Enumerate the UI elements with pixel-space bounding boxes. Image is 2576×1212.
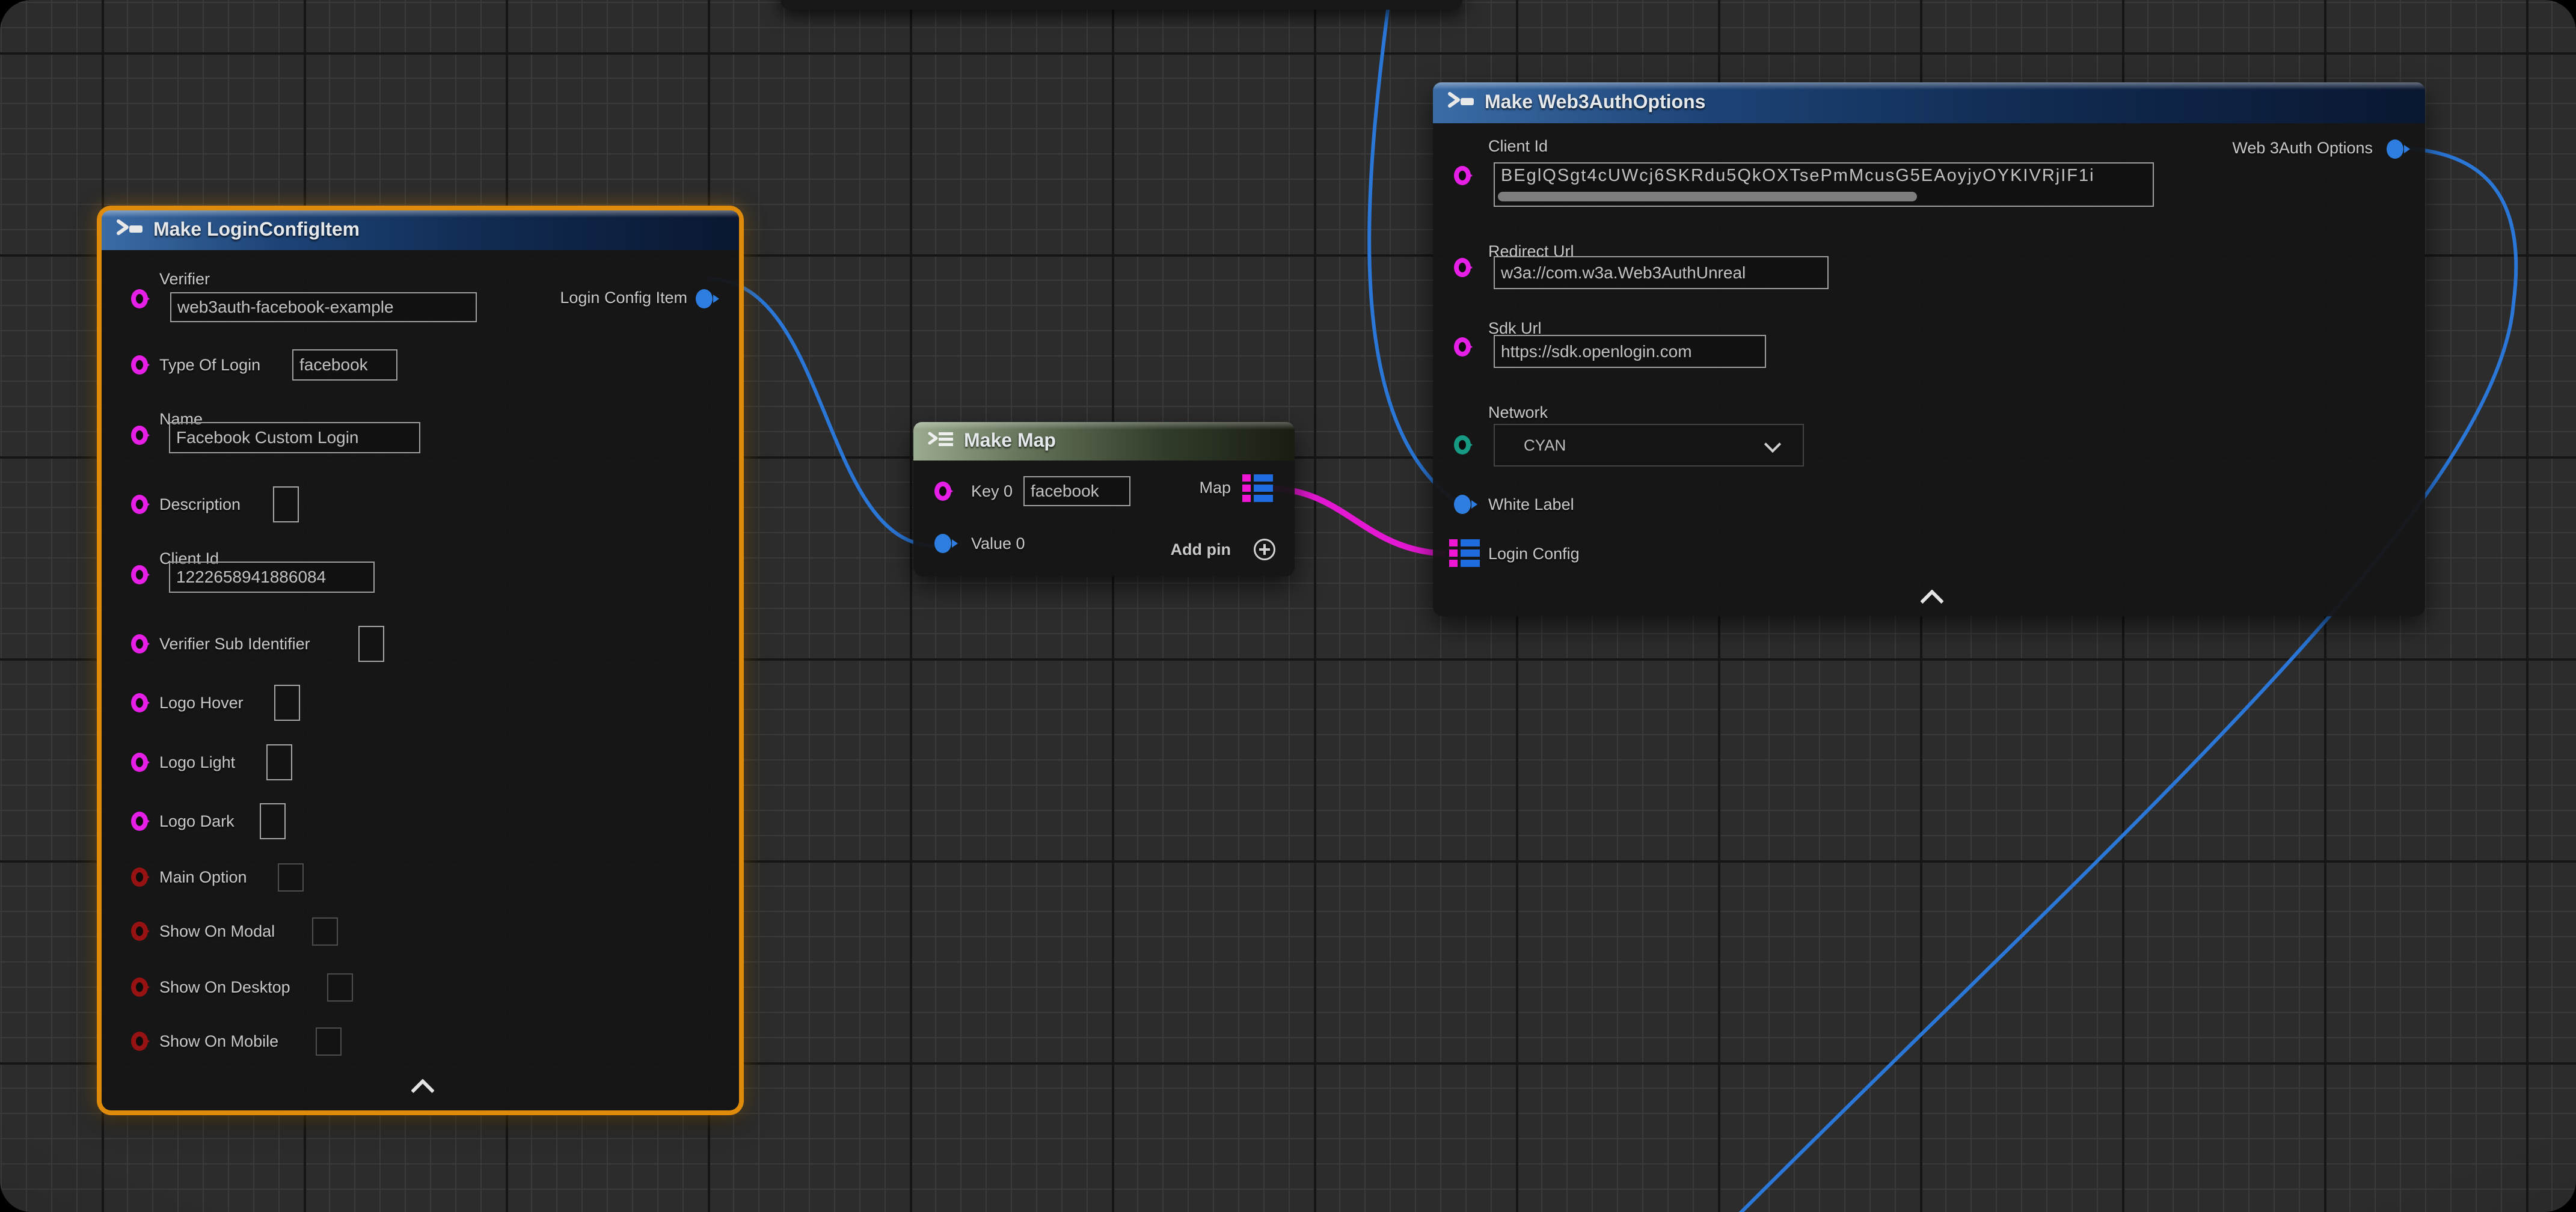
key0-value: facebook [1031, 482, 1099, 501]
node-header[interactable]: Make Map [913, 422, 1295, 461]
pin-sdk-url[interactable] [1454, 337, 1471, 357]
pin-label-white-label: White Label [1488, 495, 1574, 515]
wire-map-to-loginconfig[interactable] [1272, 488, 1446, 554]
pin-network[interactable] [1454, 435, 1471, 454]
offscreen-node-edge[interactable] [780, 0, 1462, 10]
blueprint-viewport[interactable]: Make LoginConfigItem Login Config Item V… [0, 0, 2576, 1212]
pin-label-network: Network [1488, 403, 1548, 423]
pin-label-web3auth-options: Web 3Auth Options [2232, 138, 2373, 158]
pin-type-of-login[interactable] [131, 355, 148, 375]
pin-label-description: Description [159, 495, 241, 515]
collapse-node-chevron-icon[interactable] [1920, 589, 1944, 613]
pin-logo-hover[interactable] [131, 693, 148, 712]
node-title: Make Web3AuthOptions [1485, 91, 1705, 113]
redirect-url-input[interactable]: w3a://com.w3a.Web3AuthUnreal [1494, 256, 1829, 289]
node-title: Make LoginConfigItem [153, 218, 360, 240]
pin-out-login-config-item[interactable] [696, 289, 713, 308]
make-struct-icon [1446, 91, 1477, 114]
logo-light-input[interactable] [266, 744, 292, 780]
pin-client-id[interactable] [1454, 166, 1471, 185]
pin-white-label[interactable] [1454, 495, 1471, 514]
pin-label-map: Map [1199, 478, 1231, 498]
add-pin-button[interactable] [1254, 539, 1275, 560]
key0-input[interactable]: facebook [1023, 476, 1130, 506]
description-input[interactable] [273, 486, 299, 522]
pin-key0[interactable] [934, 482, 951, 501]
pin-label-verifier-sub-identifier: Verifier Sub Identifier [159, 634, 310, 654]
client-id-value: BEglQSgt4cUWcj6SKRdu5QkOXTsePmMcusG5EAoy… [1501, 166, 2095, 186]
sdk-url-input[interactable]: https://sdk.openlogin.com [1494, 335, 1766, 368]
pin-label-client-id: Client Id [1488, 136, 1548, 156]
show-on-mobile-checkbox[interactable] [316, 1027, 342, 1056]
main-option-checkbox[interactable] [278, 863, 304, 892]
client-id-scrollbar[interactable] [1498, 192, 1917, 201]
pin-show-on-mobile[interactable] [131, 1032, 148, 1051]
pin-label-logo-light: Logo Light [159, 753, 235, 773]
make-map-icon [927, 430, 957, 452]
node-make-map[interactable]: Make Map Key 0 facebook Map Value 0 Add … [913, 422, 1295, 577]
pin-label-show-on-modal: Show On Modal [159, 922, 275, 941]
pin-label-logo-hover: Logo Hover [159, 693, 244, 713]
redirect-url-value: w3a://com.w3a.Web3AuthUnreal [1501, 263, 1746, 283]
node-header[interactable]: Make Web3AuthOptions [1433, 82, 2425, 123]
client-id-input[interactable]: 1222658941886084 [169, 562, 375, 593]
pin-label-login-config-item: Login Config Item [560, 288, 687, 308]
name-value: Facebook Custom Login [176, 428, 359, 447]
chevron-down-icon [1764, 436, 1781, 453]
logo-dark-input[interactable] [260, 803, 286, 839]
pin-redirect-url[interactable] [1454, 258, 1471, 277]
pin-label-value0: Value 0 [971, 534, 1025, 554]
verifier-input[interactable]: web3auth-facebook-example [170, 292, 477, 322]
show-on-desktop-checkbox[interactable] [327, 973, 353, 1002]
pin-main-option[interactable] [131, 868, 148, 887]
type-of-login-input[interactable]: facebook [292, 349, 397, 381]
pin-verifier[interactable] [131, 289, 148, 308]
pin-show-on-modal[interactable] [131, 922, 148, 941]
pin-label-logo-dark: Logo Dark [159, 812, 235, 831]
pin-value0[interactable] [934, 534, 951, 553]
type-of-login-value: facebook [299, 355, 368, 375]
node-make-loginconfigitem[interactable]: Make LoginConfigItem Login Config Item V… [102, 210, 739, 1110]
node-title: Make Map [964, 429, 1056, 451]
pin-label-main-option: Main Option [159, 868, 247, 887]
pin-label-verifier: Verifier [159, 269, 210, 289]
pin-label-type-of-login: Type Of Login [159, 355, 260, 375]
sdk-url-value: https://sdk.openlogin.com [1501, 342, 1692, 361]
pin-label-login-config: Login Config [1488, 544, 1580, 564]
pin-label-show-on-desktop: Show On Desktop [159, 978, 290, 997]
pin-out-map[interactable] [1242, 474, 1273, 502]
name-input[interactable]: Facebook Custom Login [169, 422, 420, 453]
wire-loginconfigitem-to-value0[interactable] [708, 279, 936, 546]
add-pin-label: Add pin [1171, 540, 1231, 560]
pin-label-show-on-mobile: Show On Mobile [159, 1032, 278, 1051]
pin-show-on-desktop[interactable] [131, 978, 148, 997]
node-header[interactable]: Make LoginConfigItem [102, 210, 739, 250]
pin-description[interactable] [131, 495, 148, 514]
client-id-value: 1222658941886084 [176, 568, 326, 587]
node-make-web3authoptions[interactable]: Make Web3AuthOptions Web 3Auth Options C… [1433, 82, 2425, 616]
network-value: CYAN [1524, 436, 1566, 454]
show-on-modal-checkbox[interactable] [312, 917, 338, 946]
pin-label-key0: Key 0 [971, 482, 1013, 501]
pin-verifier-sub-identifier[interactable] [131, 634, 148, 653]
make-struct-icon [115, 219, 146, 242]
pin-logo-dark[interactable] [131, 812, 148, 831]
collapse-node-chevron-icon[interactable] [411, 1079, 435, 1103]
pin-out-web3auth-options[interactable] [2387, 139, 2403, 159]
pin-name[interactable] [131, 426, 148, 445]
pin-client-id[interactable] [131, 565, 148, 584]
network-dropdown[interactable]: CYAN [1494, 424, 1804, 467]
logo-hover-input[interactable] [274, 685, 300, 721]
pin-login-config[interactable] [1449, 539, 1480, 567]
verifier-sub-identifier-input[interactable] [358, 626, 384, 662]
verifier-value: web3auth-facebook-example [177, 298, 394, 317]
pin-logo-light[interactable] [131, 753, 148, 772]
